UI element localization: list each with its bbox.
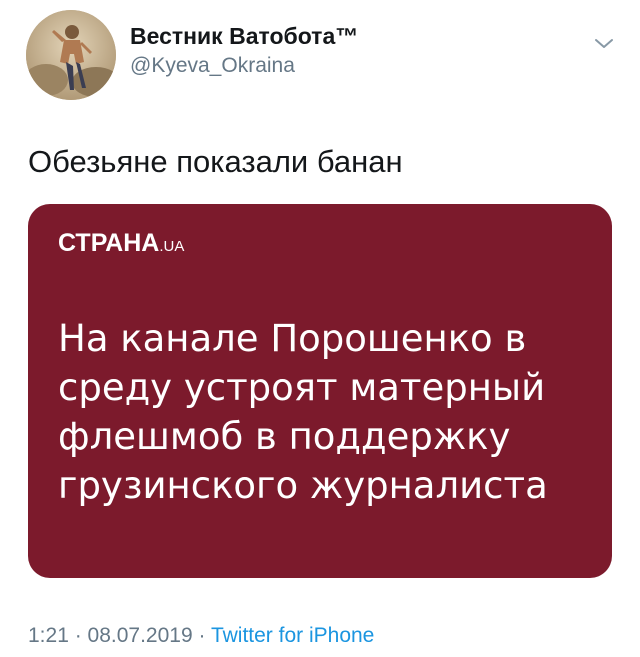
tweet-text: Обезьяне показали банан	[28, 144, 403, 179]
strana-logo: СТРАНА.UA	[58, 228, 184, 262]
tweet-source-link[interactable]: Twitter for iPhone	[211, 624, 374, 647]
tweet-time[interactable]: 1:21	[28, 624, 69, 647]
user-handle[interactable]: @Kyeva_Okraina	[130, 52, 358, 80]
display-name[interactable]: Вестник Ватобота™	[130, 22, 358, 50]
chevron-down-icon[interactable]	[592, 32, 616, 56]
headline-line: На канале Порошенко в	[58, 317, 527, 360]
headline-line: флешмоб в поддержку	[58, 415, 511, 458]
media-card[interactable]: СТРАНА.UA На канале Порошенко в среду ус…	[28, 204, 612, 578]
logo-main-text: СТРАНА	[58, 229, 160, 257]
meta-separator: ·	[192, 624, 211, 647]
logo-suffix-text: .UA	[159, 238, 185, 255]
meta-separator: ·	[68, 624, 88, 647]
tweet-date[interactable]: 08.07.2019	[88, 624, 193, 647]
avatar[interactable]	[26, 10, 116, 100]
user-names: Вестник Ватобота™ @Kyeva_Okraina	[130, 22, 358, 80]
headline-line: среду устроят матерный	[58, 366, 546, 409]
headline-line: грузинского журналиста	[58, 464, 548, 507]
media-headline: На канале Порошенко в среду устроят мате…	[58, 314, 598, 510]
tweet-meta: 1:21 · 08.07.2019 · Twitter for iPhone	[28, 622, 374, 650]
avatar-image	[26, 10, 116, 100]
tweet: Вестник Ватобота™ @Kyeva_Okraina Обезьян…	[0, 0, 640, 657]
tweet-header: Вестник Ватобота™ @Kyeva_Okraina	[26, 10, 616, 102]
